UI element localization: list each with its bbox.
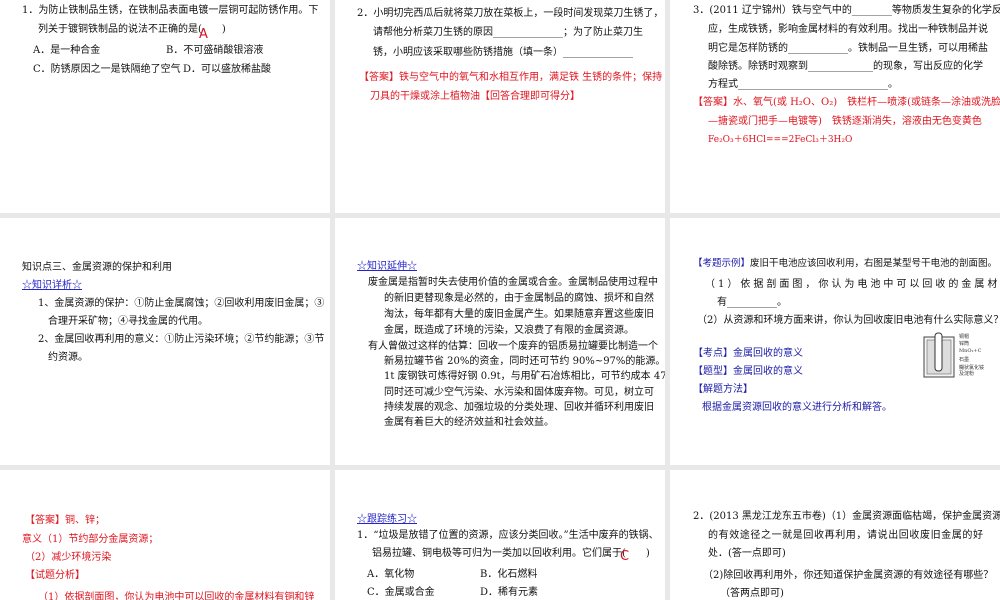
knowledge-link[interactable]: ☆知识延伸☆: [357, 261, 417, 273]
solution-method-text: 根据金属资源回收的意义进行分析和解答。: [702, 402, 892, 413]
question-text: 2．小明切完西瓜后就将菜刀放在菜板上，一段时间发现菜刀生锈了，: [357, 8, 664, 19]
exam-point: 【考点】金属回收的意义: [693, 348, 803, 359]
answer-text: 意义（1）节约部分金属资源；: [22, 534, 159, 545]
answer-text: 【答案】铁与空气中的氧气和水相互作用，满足铁 生锈的条件；保持: [359, 72, 663, 83]
slide-thumbnail-7[interactable]: 【答案】铜、锌； 意义（1）节约部分金属资源； （2）减少环境污染 【试题分析】…: [0, 470, 330, 600]
question-text: （答两点即可): [720, 588, 784, 599]
knowledge-link[interactable]: ☆知识详析☆: [22, 280, 82, 292]
question-text: 铝易拉罐、铜电极等可归为一类加以回收利用。它们属于( ): [372, 548, 650, 559]
question-text: 方程式______________________________。: [708, 79, 898, 90]
figure-label: 锌筒: [959, 341, 970, 347]
option-a: A．是一种合金: [33, 45, 101, 56]
body-text: 的新旧更替现象是必然的，由于金属制品的腐蚀、损坏和自然: [384, 293, 654, 304]
question-text: 有__________。: [717, 297, 787, 308]
question-text: 请帮他分析菜刀生锈的原因______________；为了防止菜刀生: [373, 27, 643, 38]
question-text: （2)除回收再利用外，你还知道保护金属资源的有效途径有哪些？: [703, 570, 994, 581]
question-text: 列关于镀铜铁制品的说法不正确的是( ): [38, 24, 226, 35]
question-text: 明它是怎样防锈的____________。铁制品一旦生锈，可以用稀盐: [708, 43, 988, 54]
example-text: 废旧干电池应该回收利用，右图是某型号干电池的剖面图。: [750, 258, 998, 269]
section-title: 知识点三、金属资源的保护和利用: [22, 262, 172, 273]
solution-method-title: 【解题方法】: [693, 384, 753, 395]
question-text: 1．“垃圾是放错了位置的资源，应该分类回收。”生活中废弃的铁锅、: [357, 530, 659, 541]
question-text: 酸除锈。除锈时观察到_____________的现象，写出反应的化学: [708, 61, 983, 72]
slide-thumbnail-4[interactable]: 知识点三、金属资源的保护和利用 ☆知识详析☆ 1、金属资源的保护：①防止金属腐蚀…: [0, 218, 330, 465]
answer-text: 刀具的干燥或涂上植物油【回答合理即可得分】: [370, 91, 580, 102]
question-text: 应，生成铁锈，影响金属材料的有效利用。找出一种铁制品并说: [708, 24, 988, 35]
question-text: （2）从资源和环境方面来讲，你认为回收废旧电池有什么实际意义？: [697, 315, 1000, 326]
option-d: D．稀有元素: [480, 587, 539, 598]
slide-thumbnail-5[interactable]: ☆知识延伸☆ 废金属是指暂时失去使用价值的金属或合金。金属制品使用过程中 的新旧…: [335, 218, 665, 465]
slide-thumbnail-2[interactable]: 2．小明切完西瓜后就将菜刀放在菜板上，一段时间发现菜刀生锈了， 请帮他分析菜刀生…: [335, 0, 665, 213]
question-text: 的有效途径之一就是回收再利用，请说出回收废旧金属的好: [708, 530, 984, 541]
body-text: 合理开采矿物；④寻找金属的代用。: [48, 316, 208, 327]
question-text: 3．(2011 辽宁锦州）铁与空气中的________等物质发生复杂的化学反: [693, 5, 1000, 16]
option-a: A．氧化物: [367, 569, 415, 580]
body-text: 金属有着巨大的经济效益和社会效益。: [384, 417, 554, 428]
slide-thumbnail-8[interactable]: ☆跟踪练习☆ 1．“垃圾是放错了位置的资源，应该分类回收。”生活中废弃的铁锅、 …: [335, 470, 665, 600]
body-text: 2、金属回收再利用的意义：①防止污染环境；②节约能源；③节: [38, 334, 325, 345]
body-text: 约资源。: [48, 352, 88, 363]
question-text: 1．为防止铁制品生锈，在铁制品表面电镀一层铜可起防锈作用。下: [22, 5, 319, 16]
answer-text: —搪瓷或门把手—电镀等) 铁锈逐渐消失，溶液由无色变黄色: [708, 116, 982, 127]
slide-thumbnail-3[interactable]: 3．(2011 辽宁锦州）铁与空气中的________等物质发生复杂的化学反 应…: [670, 0, 1000, 213]
body-text: 1、金属资源的保护：①防止金属腐蚀；②回收利用废旧金属；③: [38, 298, 325, 309]
slide-thumbnail-9[interactable]: 2．(2013 黑龙江龙东五市卷)（1）金属资源面临枯竭，保护金属资源 的有效途…: [670, 470, 1000, 600]
battery-diagram-icon: [923, 332, 955, 378]
figure-label: 石墨: [959, 357, 970, 363]
slide-thumbnail-1[interactable]: 1．为防止铁制品生锈，在铁制品表面电镀一层铜可起防锈作用。下 列关于镀铜铁制品的…: [0, 0, 330, 213]
question-type: 【题型】金属回收的意义: [693, 366, 803, 377]
body-text: 1t 废钢铁可炼得好钢 0.9t，与用矿石冶炼相比，可节约成本 47%，: [384, 371, 665, 382]
example-tag: 【考题示例】: [693, 258, 751, 269]
option-c: C．防锈原因之一是铁隔绝了空气: [33, 64, 181, 75]
body-text: 金属，既造成了环境的污染，又浪费了有限的金属资源。: [384, 325, 634, 336]
body-text: 同时还可减少空气污染、水污染和固体废弃物。可见，树立可: [384, 387, 654, 398]
option-b: B．不可盛硝酸银溶液: [166, 45, 264, 56]
example-title: 【考题示例】废旧干电池应该回收利用，右图是某型号干电池的剖面图。: [693, 258, 997, 270]
figure-label: 铜帽: [959, 334, 970, 340]
answer-mark: C: [620, 549, 630, 564]
analysis-title: 【试题分析】: [25, 570, 85, 581]
option-d: D．可以盛放稀盐酸: [183, 64, 272, 75]
slide-thumbnail-6[interactable]: 【考题示例】废旧干电池应该回收利用，右图是某型号干电池的剖面图。 （1）依据剖面…: [670, 218, 1000, 465]
analysis-text: （1）依据剖面图，你认为电池中可以回收的金属材料有铜和锌: [38, 592, 315, 600]
body-text: 持续发展的观念、加强垃圾的分类处理、回收并循环利用废旧: [384, 402, 654, 413]
question-text: 锈，小明应该采取哪些防锈措施（填一条）______________: [373, 47, 633, 58]
body-text: 废金属是指暂时失去使用价值的金属或合金。金属制品使用过程中: [368, 277, 658, 288]
answer-text: 【答案】铜、锌；: [25, 515, 105, 526]
answer-equation: Fe₂O₃＋6HCl===2FeCl₃＋3H₂O: [708, 135, 853, 145]
question-text: （1）依据剖面图，你认为电池中可以回收的金属材料: [705, 279, 1000, 290]
question-text: 处．(答一点即可): [708, 548, 786, 559]
answer-text: 【答案】水、氧气(或 H₂O、O₂) 铁栏杆—喷漆(或链条—涂油或洗脸盆: [693, 97, 1000, 108]
option-c: C．金属或合金: [367, 587, 435, 598]
battery-cross-section-figure: 铜帽 锌筒 MnO₂+C 石墨 糊状氯化铵 及淀粉: [922, 332, 988, 380]
answer-mark: A: [199, 27, 208, 42]
figure-label: 及淀粉: [959, 371, 975, 377]
figure-label: MnO₂+C: [959, 348, 982, 354]
body-text: 淘汰，每年都有大量的废旧金属产生。如果随意弃置这些废旧: [384, 309, 654, 320]
question-text: 2．(2013 黑龙江龙东五市卷)（1）金属资源面临枯竭，保护金属资源: [693, 511, 1000, 522]
body-text: 新易拉罐节省 20%的资金，同时还可节约 90%~97%的能源。回收: [384, 356, 665, 367]
option-b: B．化石燃料: [480, 569, 538, 580]
practice-link[interactable]: ☆跟踪练习☆: [357, 514, 417, 526]
answer-text: （2）减少环境污染: [25, 552, 112, 563]
body-text: 有人曾做过这样的估算：回收一个废弃的铝质易拉罐要比制造一个: [368, 341, 658, 352]
